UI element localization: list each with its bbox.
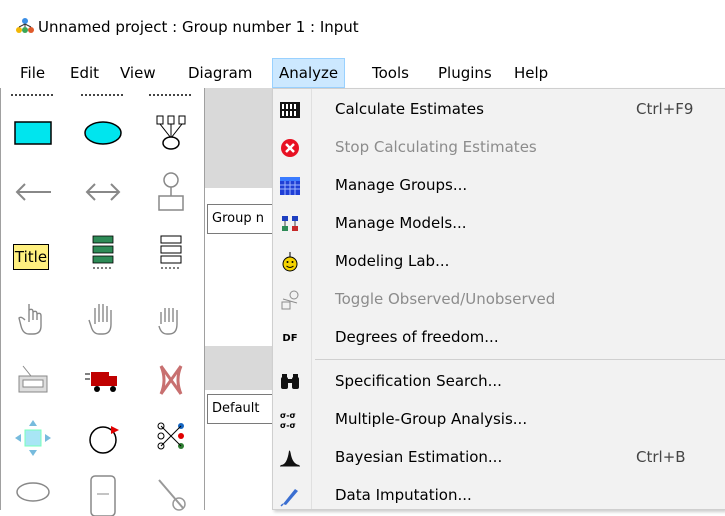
ellipse-tool-icon[interactable] [81, 110, 125, 154]
menu-item-label: Stop Calculating Estimates [335, 138, 537, 156]
single-arrow-tool-icon[interactable] [11, 170, 55, 214]
modeling-lab-icon [282, 252, 298, 272]
groups-icon [280, 177, 300, 195]
select-one-hand-icon[interactable] [11, 296, 55, 340]
title-tool-icon[interactable]: Title [11, 236, 55, 280]
stop-icon [281, 139, 299, 157]
menu-tools[interactable]: Tools [366, 58, 415, 88]
unique-variable-tool-icon[interactable] [149, 170, 193, 214]
menu-item-label: Toggle Observed/Unobserved [335, 290, 556, 308]
list-variables-model-icon[interactable] [81, 230, 125, 274]
deselect-all-hand-icon[interactable] [149, 296, 193, 340]
svg-text:σ-σ: σ-σ [280, 411, 296, 420]
double-arrow-tool-icon[interactable] [81, 170, 125, 214]
menu-item-stop-calculating: Stop Calculating Estimates [273, 129, 725, 166]
menu-item-label: Specification Search... [335, 372, 502, 390]
menu-item-label: Degrees of freedom... [335, 328, 499, 346]
menu-diagram[interactable]: Diagram [182, 58, 258, 88]
menu-file[interactable]: File [14, 58, 51, 88]
duplicate-icon[interactable] [11, 358, 55, 402]
title-tool-label: Title [13, 244, 49, 270]
calculate-icon [280, 102, 300, 118]
df-icon: DF [282, 332, 298, 344]
menu-item-shortcut: Ctrl+F9 [636, 100, 694, 118]
reflect-icon[interactable] [149, 416, 193, 460]
erase-icon[interactable] [149, 358, 193, 402]
app-icon [16, 18, 34, 33]
menu-item-manage-groups[interactable]: Manage Groups... [273, 167, 725, 204]
menu-item-label: Data Imputation... [335, 486, 472, 504]
menu-bar: File Edit View Diagram Analyze Tools Plu… [0, 58, 725, 88]
binoculars-icon [281, 374, 299, 389]
svg-text:σ-σ: σ-σ [280, 421, 296, 430]
latent-indicator-tool-icon[interactable] [149, 110, 193, 154]
menu-item-label: Modeling Lab... [335, 252, 450, 270]
window-title: Unnamed project : Group number 1 : Input [38, 18, 359, 36]
menu-edit[interactable]: Edit [64, 58, 105, 88]
menu-plugins[interactable]: Plugins [432, 58, 498, 88]
menu-view[interactable]: View [114, 58, 162, 88]
groups-panel[interactable]: Group n [207, 204, 277, 234]
toolbox-panel: Title [0, 88, 205, 516]
menu-item-calculate-estimates[interactable]: Calculate Estimates Ctrl+F9 [273, 91, 725, 128]
move-truck-icon[interactable] [81, 358, 125, 402]
analyze-menu: Calculate Estimates Ctrl+F9 Stop Calcula… [272, 88, 725, 510]
menu-item-toggle-observed: Toggle Observed/Unobserved [273, 281, 725, 318]
menu-item-multiple-group-analysis[interactable]: σ-σ σ-σ Multiple-Group Analysis... [273, 401, 725, 438]
imputation-icon [280, 489, 298, 507]
menu-analyze[interactable]: Analyze [272, 58, 346, 88]
models-panel[interactable]: Default [207, 394, 277, 424]
toolbox-grip [149, 94, 191, 98]
menu-item-degrees-of-freedom[interactable]: DF Degrees of freedom... [273, 319, 725, 356]
menu-item-label: Multiple-Group Analysis... [335, 410, 528, 428]
rectangle-tool-icon[interactable] [11, 110, 55, 154]
title-bar: Unnamed project : Group number 1 : Input [0, 0, 725, 58]
ellipse-outline-tool-icon[interactable] [11, 472, 55, 516]
menu-item-modeling-lab[interactable]: Modeling Lab... [273, 243, 725, 280]
models-icon [282, 216, 298, 231]
multi-group-icon: σ-σ σ-σ [280, 411, 296, 430]
menu-item-bayesian-estimation[interactable]: Bayesian Estimation... Ctrl+B [273, 439, 725, 476]
list-variables-dataset-icon[interactable] [149, 230, 193, 274]
path-diagram-tool-icon[interactable] [81, 472, 125, 516]
menu-item-specification-search[interactable]: Specification Search... [273, 363, 725, 400]
menu-separator [315, 359, 725, 360]
toolbox-grip [11, 94, 53, 98]
shape-change-icon[interactable] [11, 416, 55, 460]
toggle-observed-icon [281, 290, 299, 310]
menu-item-label: Manage Groups... [335, 176, 468, 194]
menu-item-manage-models[interactable]: Manage Models... [273, 205, 725, 242]
menu-item-label: Bayesian Estimation... [335, 448, 503, 466]
bayesian-icon [280, 450, 300, 467]
toolbox-grip [81, 94, 123, 98]
menu-item-data-imputation[interactable]: Data Imputation... [273, 477, 725, 514]
menu-item-shortcut: Ctrl+B [636, 448, 686, 466]
rotate-icon[interactable] [81, 416, 125, 460]
menu-item-label: Manage Models... [335, 214, 467, 232]
magnify-tool-icon[interactable] [149, 472, 193, 516]
menu-help[interactable]: Help [508, 58, 554, 88]
menu-item-label: Calculate Estimates [335, 100, 484, 118]
select-all-hand-icon[interactable] [81, 296, 125, 340]
